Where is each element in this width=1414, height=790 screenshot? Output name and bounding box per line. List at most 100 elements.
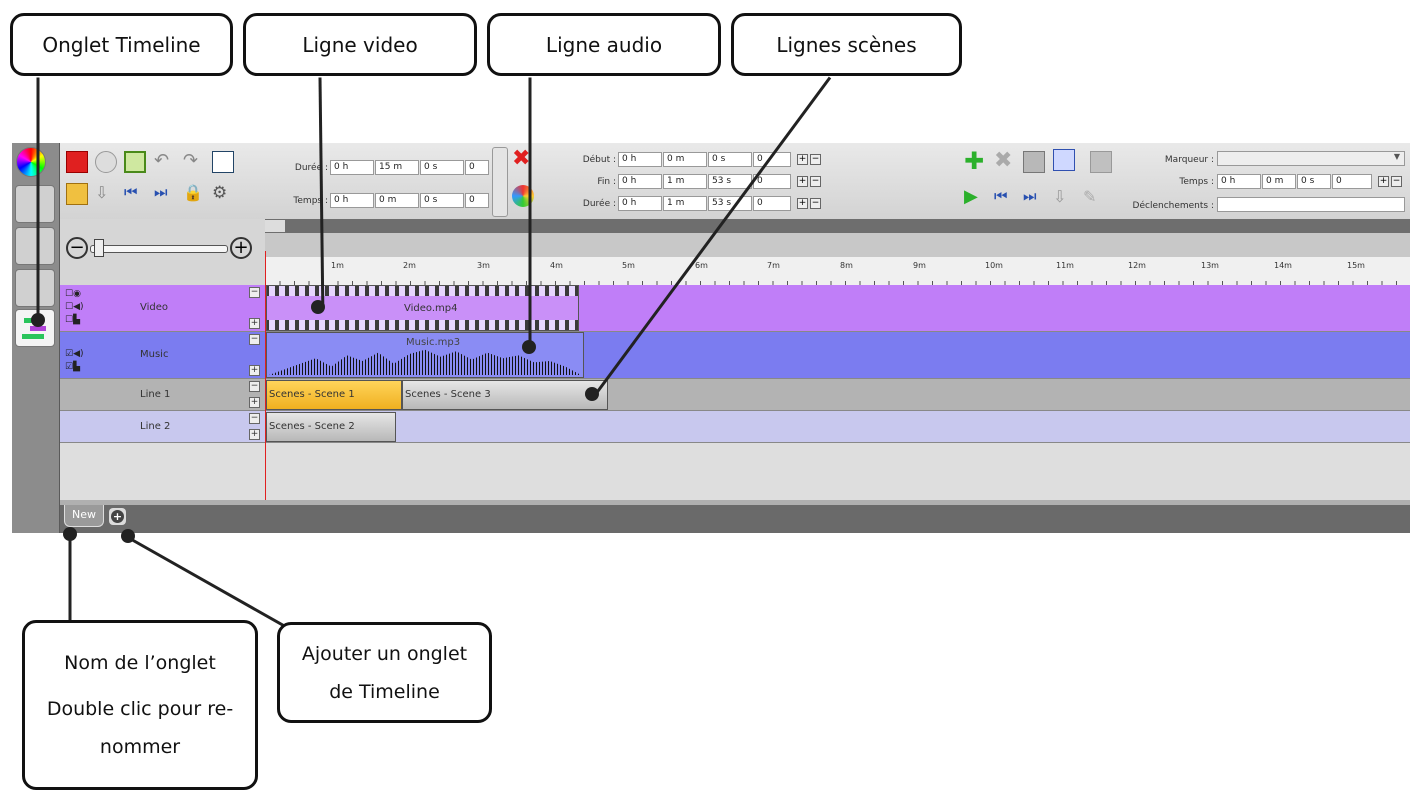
duree-minutes[interactable]: 15 m <box>375 160 419 175</box>
clip-duree-minus-button[interactable]: − <box>810 198 821 209</box>
music-checkboxes[interactable]: ☑◀) ☑▙ <box>65 348 93 378</box>
download-icon[interactable]: ⇩ <box>95 183 117 205</box>
record-icon[interactable] <box>95 151 117 173</box>
fin-seconds[interactable]: 53 s <box>708 174 752 189</box>
zoom-slider-handle[interactable] <box>94 239 104 257</box>
record-stop-icon[interactable] <box>66 151 88 173</box>
clip-duree-minutes[interactable]: 1 m <box>663 196 707 211</box>
playhead[interactable] <box>265 251 266 500</box>
clip-duree-plus-button[interactable]: + <box>797 198 808 209</box>
play-marker-icon[interactable]: ▶ <box>964 187 986 209</box>
temps-minutes[interactable]: 0 m <box>375 193 419 208</box>
remove-marker-icon[interactable]: ✖ <box>994 150 1016 173</box>
redo-icon[interactable]: ↷ <box>183 151 205 173</box>
line2-expand-button[interactable]: + <box>249 429 260 440</box>
line2-track-name: Line 2 <box>140 421 171 432</box>
pencil-icon[interactable]: ✎ <box>1083 187 1105 209</box>
skip-start-icon[interactable]: ⏮ <box>124 183 146 205</box>
scene-clip-3[interactable]: Scenes - Scene 3 <box>402 380 608 410</box>
temps-hours[interactable]: 0 h <box>330 193 374 208</box>
pause-icon[interactable] <box>124 151 146 173</box>
zoom-in-icon[interactable]: + <box>230 237 252 259</box>
fin-hours[interactable]: 0 h <box>618 174 662 189</box>
marker-temps-frames[interactable]: 0 <box>1332 174 1372 189</box>
duree-seconds[interactable]: 0 s <box>420 160 464 175</box>
declenchements-field[interactable] <box>1217 197 1405 212</box>
fin-minutes[interactable]: 1 m <box>663 174 707 189</box>
add-tab-button[interactable]: + <box>109 508 126 525</box>
audio-clip-label: Music.mp3 <box>406 337 461 348</box>
music-expand-button[interactable]: + <box>249 365 260 376</box>
tab-new-label: New <box>72 508 96 521</box>
clip-duree-frames[interactable]: 0 <box>753 196 791 211</box>
clip-duree-hours[interactable]: 0 h <box>618 196 662 211</box>
fin-minus-button[interactable]: − <box>810 176 821 187</box>
marqueur-dropdown[interactable]: ▼ <box>1217 151 1405 166</box>
open-file-icon[interactable] <box>66 183 88 205</box>
import-marker-icon[interactable]: ⇩ <box>1053 187 1075 209</box>
clip-duree-label: Durée : <box>582 199 616 209</box>
marker-temps-minutes[interactable]: 0 m <box>1262 174 1296 189</box>
line1-collapse-button[interactable]: − <box>249 381 260 392</box>
zoom-slider[interactable] <box>90 245 228 253</box>
callout-text: Ligne video <box>302 32 418 57</box>
scene-clip-1[interactable]: Scenes - Scene 1 <box>266 380 402 410</box>
callout-text-3: nommer <box>99 736 181 758</box>
skip-end-icon[interactable]: ⏭ <box>154 183 176 205</box>
debut-minutes[interactable]: 0 m <box>663 152 707 167</box>
list-icon[interactable] <box>212 151 234 173</box>
video-collapse-button[interactable]: − <box>249 287 260 298</box>
tick-1m: 1m <box>331 261 344 270</box>
time-ruler: 1m 2m 3m 4m 5m 6m 7m 8m 9m 10m 11m 12m 1… <box>265 233 1410 285</box>
lock-icon[interactable]: 🔒 <box>183 183 205 205</box>
scene-clip-1-label: Scenes - Scene 1 <box>269 389 355 400</box>
scene-clip-2[interactable]: Scenes - Scene 2 <box>266 412 396 442</box>
track-lane-music: Music.mp3 <box>265 332 1410 379</box>
debut-hours[interactable]: 0 h <box>618 152 662 167</box>
temps-frames[interactable]: 0 <box>465 193 489 208</box>
audio-clip[interactable]: Music.mp3 <box>266 332 584 378</box>
next-marker-icon[interactable]: ⏭ <box>1023 187 1045 209</box>
audio-level-icon[interactable] <box>15 227 55 265</box>
music-track-name: Music <box>140 349 169 360</box>
marker-temps-hours[interactable]: 0 h <box>1217 174 1261 189</box>
debut-plus-button[interactable]: + <box>797 154 808 165</box>
undo-icon[interactable]: ↶ <box>154 151 176 173</box>
curve-icon[interactable] <box>15 269 55 307</box>
duree-hours[interactable]: 0 h <box>330 160 374 175</box>
tick-8m: 8m <box>840 261 853 270</box>
scrollbar-thumb[interactable] <box>265 220 285 232</box>
debut-seconds[interactable]: 0 s <box>708 152 752 167</box>
add-marker-plus-icon[interactable]: ✚ <box>964 149 986 173</box>
marker-temps-label: Temps : <box>1179 177 1214 187</box>
tab-new[interactable]: New <box>64 505 104 527</box>
music-collapse-button[interactable]: − <box>249 334 260 345</box>
callout-nom-onglet: Nom de l’onglet Double clic pour re- nom… <box>22 620 258 790</box>
marker-temps-seconds[interactable]: 0 s <box>1297 174 1331 189</box>
tick-13m: 13m <box>1201 261 1219 270</box>
lock-marker-icon[interactable] <box>1023 151 1045 173</box>
marker-plus-button[interactable]: + <box>1378 176 1389 187</box>
settings-gear-icon[interactable]: ⚙ <box>212 183 234 205</box>
marker-stack-icon[interactable] <box>1090 151 1112 173</box>
previous-marker-icon[interactable]: ⏮ <box>994 187 1016 209</box>
temps-seconds[interactable]: 0 s <box>420 193 464 208</box>
collapse-arrow-icon[interactable] <box>492 147 508 217</box>
video-clip-label: Video.mp4 <box>404 303 458 314</box>
color-wheel-icon[interactable] <box>16 147 46 177</box>
top-scrollbar[interactable] <box>265 219 1410 233</box>
line2-collapse-button[interactable]: − <box>249 413 260 424</box>
marker-minus-button[interactable]: − <box>1391 176 1402 187</box>
track-header-video: ☐◉ ☐◀) ☐▙ Video − + <box>60 285 265 332</box>
track-header-line1: Line 1 − + <box>60 379 265 411</box>
duree-frames[interactable]: 0 <box>465 160 489 175</box>
line1-expand-button[interactable]: + <box>249 397 260 408</box>
debut-minus-button[interactable]: − <box>810 154 821 165</box>
toolbar: ↶ ↷ ⇩ ⏮ ⏭ 🔒 ⚙ Durée : 0 h 15 m 0 s 0 Tem… <box>60 143 1410 220</box>
loop-marker-icon[interactable] <box>1053 149 1075 171</box>
video-expand-button[interactable]: + <box>249 318 260 329</box>
mixer-sliders-icon[interactable] <box>15 185 55 223</box>
zoom-out-icon[interactable]: − <box>66 237 88 259</box>
fin-plus-button[interactable]: + <box>797 176 808 187</box>
video-checkboxes[interactable]: ☐◉ ☐◀) ☐▙ <box>65 288 93 328</box>
